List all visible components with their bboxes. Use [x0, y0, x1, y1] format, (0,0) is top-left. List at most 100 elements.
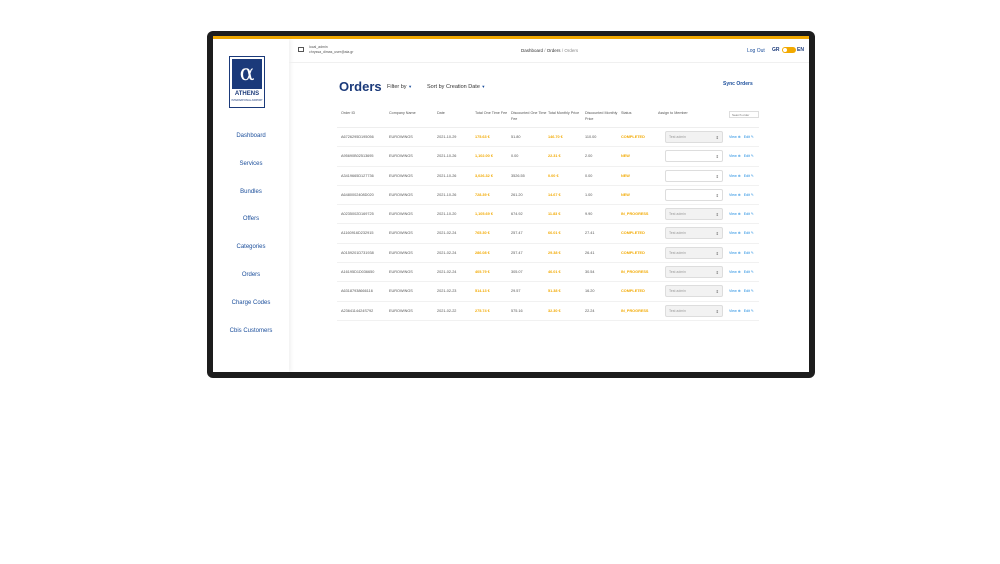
edit-link[interactable]: Edit ✎	[744, 289, 754, 293]
sidebar: α ATHENS INTERNATIONAL AIRPORT Dashboard…	[213, 39, 289, 372]
edit-link[interactable]: Edit ✎	[744, 154, 754, 158]
language-toggle[interactable]: GR EN	[772, 46, 804, 55]
cell-discounted-one-time: 3526.55	[511, 173, 525, 178]
select-arrows-icon: ⇕	[715, 231, 719, 237]
view-link[interactable]: View ⊕	[729, 193, 741, 197]
view-link[interactable]: View ⊕	[729, 309, 741, 313]
col-order-id[interactable]: Order ID	[341, 110, 355, 116]
status-badge: COMPLETED	[621, 135, 645, 139]
sort-dropdown[interactable]: Sort by Creation Date ▼	[427, 84, 485, 90]
assign-member-select[interactable]: ⇕	[665, 188, 723, 201]
col-discounted-monthly[interactable]: Discounted Monthly Price	[585, 110, 619, 122]
sidebar-item-bundles[interactable]: Bundles	[213, 179, 289, 207]
sidebar-item-services[interactable]: Services	[213, 151, 289, 179]
col-total-monthly[interactable]: Total Monthly Price	[548, 110, 580, 116]
edit-link[interactable]: Edit ✎	[744, 309, 754, 313]
table-row: A0159201D731938 EUROWINGS 2021-02-24 286.08…	[337, 244, 759, 264]
cell-discounted-one-time: 257.47	[511, 231, 523, 236]
assign-member-select[interactable]: Test admin ⇕	[665, 285, 723, 298]
view-link[interactable]: View ⊕	[729, 270, 741, 274]
cell-order-id: A63187938666116	[341, 289, 373, 294]
row-actions: View ⊕ Edit ✎	[729, 154, 757, 158]
menu-toggle-icon[interactable]	[298, 47, 304, 52]
view-link[interactable]: View ⊕	[729, 174, 741, 178]
col-date[interactable]: Date	[437, 110, 445, 116]
assign-member-select[interactable]: Test admin ⇕	[665, 266, 723, 279]
logout-button[interactable]: Log Out	[747, 48, 765, 54]
breadcrumb-dashboard[interactable]: Dashboard	[521, 48, 543, 53]
status-badge: COMPLETED	[621, 231, 645, 236]
col-discounted-one-time[interactable]: Discounted One Time Fee	[511, 110, 547, 122]
search-order-input[interactable]	[729, 111, 759, 118]
assign-member-select[interactable]: Test admin ⇕	[665, 208, 723, 221]
cell-date: 2021-10-26	[437, 173, 457, 178]
cell-company: EUROWINGS	[389, 135, 413, 139]
assign-member-select[interactable]: ⇕	[665, 169, 723, 182]
sidebar-item-cbis-customers[interactable]: Cbis Customers	[213, 318, 289, 346]
cell-date: 2021-02-24	[437, 231, 457, 236]
col-company[interactable]: Company Name	[389, 110, 416, 116]
logo-name: ATHENS	[234, 91, 260, 97]
sidebar-item-offers[interactable]: Offers	[213, 206, 289, 234]
edit-link[interactable]: Edit ✎	[744, 193, 754, 197]
cell-discounted-monthly: 30.54	[585, 270, 595, 275]
edit-link[interactable]: Edit ✎	[744, 212, 754, 216]
view-link[interactable]: View ⊕	[729, 154, 741, 158]
cell-date: 2021-02-22	[437, 308, 457, 313]
table-header: Order ID Company Name Date Total One Tim…	[337, 108, 759, 128]
view-link[interactable]: View ⊕	[729, 135, 741, 139]
cell-total-one-time: 405.79 €	[475, 270, 490, 275]
sidebar-item-orders[interactable]: Orders	[213, 262, 289, 290]
cell-discounted-monthly: 26.41	[585, 250, 595, 255]
assign-member-select[interactable]: Test admin ⇕	[665, 304, 723, 317]
caret-down-icon: ▼	[481, 84, 486, 89]
sidebar-nav: Dashboard Services Bundles Offers Catego…	[213, 123, 289, 345]
col-status[interactable]: Status	[621, 110, 631, 116]
view-link[interactable]: View ⊕	[729, 289, 741, 293]
cell-company: EUROWINGS	[389, 173, 413, 178]
cell-company: EUROWINGS	[389, 192, 413, 197]
lang-toggle-switch[interactable]	[782, 47, 796, 53]
cell-discounted-monthly: 2.00	[585, 154, 593, 159]
logo-subtitle: INTERNATIONAL AIRPORT	[231, 99, 263, 102]
cell-discounted-one-time: 29.57	[511, 289, 521, 294]
view-link[interactable]: View ⊕	[729, 231, 741, 235]
assign-member-select[interactable]: Test admin ⇕	[665, 131, 723, 143]
cell-total-one-time: 286.08 €	[475, 250, 490, 255]
table-row: A6726295D195056 EUROWINGS 2021-10-29 175.63…	[337, 128, 759, 148]
sort-label: Sort by Creation Date	[427, 84, 480, 90]
cell-total-monthly: 29.38 €	[548, 250, 561, 255]
filter-dropdown[interactable]: Filter by ▼	[387, 84, 412, 90]
sidebar-item-dashboard[interactable]: Dashboard	[213, 123, 289, 151]
col-total-one-time[interactable]: Total One Time Fee	[475, 110, 509, 116]
cell-discounted-one-time: 0.00	[511, 154, 519, 159]
sidebar-item-categories[interactable]: Categories	[213, 234, 289, 262]
row-actions: View ⊕ Edit ✎	[729, 135, 757, 139]
cell-total-one-time: 175.63 €	[475, 135, 490, 139]
sync-orders-button[interactable]: Sync Orders	[723, 81, 753, 87]
edit-link[interactable]: Edit ✎	[744, 231, 754, 235]
assign-member-select[interactable]: ⇕	[665, 150, 723, 163]
view-link[interactable]: View ⊕	[729, 251, 741, 255]
breadcrumb-orders[interactable]: Orders	[547, 48, 561, 53]
status-badge: COMPLETED	[621, 289, 645, 294]
cell-date: 2021-10-26	[437, 192, 457, 197]
view-link[interactable]: View ⊕	[729, 212, 741, 216]
edit-link[interactable]: Edit ✎	[744, 174, 754, 178]
assign-member-select[interactable]: Test admin ⇕	[665, 246, 723, 259]
cell-total-monthly: 32.30 €	[548, 308, 561, 313]
user-email: chryssa_dimas_user@aia.gr	[309, 50, 354, 54]
edit-link[interactable]: Edit ✎	[744, 251, 754, 255]
assign-member-select[interactable]: Test admin ⇕	[665, 227, 723, 240]
table-row: A1160916D232915 EUROWINGS 2021-02-24 765.30…	[337, 224, 759, 244]
cell-order-id: A1160916D232915	[341, 231, 374, 236]
cell-discounted-one-time: 257.47	[511, 250, 523, 255]
cell-discounted-monthly: 1.00	[585, 192, 593, 197]
select-arrows-icon: ⇕	[715, 289, 719, 295]
sidebar-item-charge-codes[interactable]: Charge Codes	[213, 290, 289, 318]
table-row: A3419665D127736 EUROWINGS 2021-10-26 3,026.…	[337, 167, 759, 186]
edit-link[interactable]: Edit ✎	[744, 135, 754, 139]
athens-airport-logo[interactable]: α ATHENS INTERNATIONAL AIRPORT	[229, 56, 265, 108]
cell-total-monthly: 14.67 €	[548, 192, 561, 197]
edit-link[interactable]: Edit ✎	[744, 270, 754, 274]
